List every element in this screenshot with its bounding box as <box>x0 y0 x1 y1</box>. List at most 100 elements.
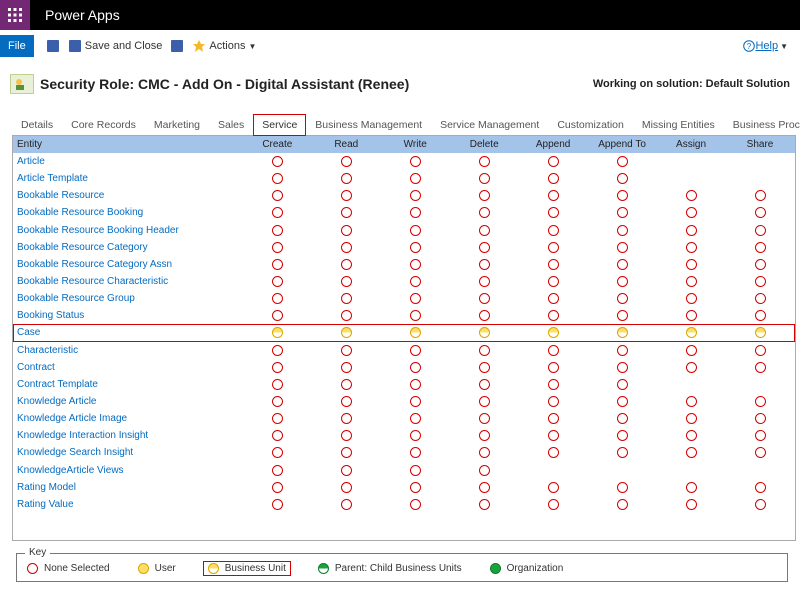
privilege-cell[interactable] <box>450 222 519 239</box>
privilege-cell[interactable] <box>519 496 588 513</box>
privilege-cell[interactable] <box>519 444 588 461</box>
privilege-cell[interactable] <box>312 204 381 221</box>
entity-name-cell[interactable]: Contract <box>13 359 243 376</box>
privilege-cell[interactable] <box>243 376 312 393</box>
privilege-cell[interactable] <box>588 359 657 376</box>
privilege-cell[interactable] <box>519 273 588 290</box>
privilege-cell[interactable] <box>657 359 726 376</box>
privilege-cell[interactable] <box>312 187 381 204</box>
privilege-cell[interactable] <box>312 324 381 341</box>
entity-name-cell[interactable]: Article <box>13 153 243 170</box>
entity-name-cell[interactable]: Contract Template <box>13 376 243 393</box>
privilege-cell[interactable] <box>519 222 588 239</box>
privilege-cell[interactable] <box>450 444 519 461</box>
privilege-cell[interactable] <box>450 410 519 427</box>
privilege-cell[interactable] <box>519 153 588 170</box>
privilege-cell[interactable] <box>381 187 450 204</box>
privilege-cell[interactable] <box>657 222 726 239</box>
privilege-cell[interactable] <box>726 410 795 427</box>
privilege-cell[interactable] <box>381 324 450 341</box>
privilege-cell[interactable] <box>312 170 381 187</box>
privilege-cell[interactable] <box>519 307 588 324</box>
entity-name-cell[interactable]: Bookable Resource Booking Header <box>13 222 243 239</box>
privilege-cell[interactable] <box>450 307 519 324</box>
privilege-cell[interactable] <box>381 393 450 410</box>
privilege-cell[interactable] <box>519 239 588 256</box>
privilege-cell[interactable] <box>588 170 657 187</box>
privilege-cell[interactable] <box>726 479 795 496</box>
privilege-cell[interactable] <box>588 393 657 410</box>
privilege-cell[interactable] <box>588 290 657 307</box>
privilege-cell[interactable] <box>588 427 657 444</box>
grid-scroll-area[interactable]: EntityCreateReadWriteDeleteAppendAppend … <box>13 136 795 540</box>
privilege-cell[interactable] <box>519 256 588 273</box>
help-button[interactable]: ? Help ▼ <box>743 40 788 52</box>
privilege-cell[interactable] <box>243 273 312 290</box>
privilege-cell[interactable] <box>312 307 381 324</box>
privilege-cell[interactable] <box>657 462 726 479</box>
privilege-cell[interactable] <box>243 444 312 461</box>
privilege-cell[interactable] <box>381 307 450 324</box>
privilege-cell[interactable] <box>657 427 726 444</box>
privilege-cell[interactable] <box>243 170 312 187</box>
privilege-cell[interactable] <box>450 170 519 187</box>
privilege-cell[interactable] <box>726 376 795 393</box>
privilege-cell[interactable] <box>450 256 519 273</box>
privilege-cell[interactable] <box>657 496 726 513</box>
entity-name-cell[interactable]: Bookable Resource <box>13 187 243 204</box>
privilege-cell[interactable] <box>657 290 726 307</box>
privilege-cell[interactable] <box>312 427 381 444</box>
tab-sales[interactable]: Sales <box>209 114 253 136</box>
privilege-cell[interactable] <box>381 376 450 393</box>
privilege-cell[interactable] <box>243 204 312 221</box>
privilege-cell[interactable] <box>381 427 450 444</box>
app-launcher-button[interactable] <box>0 0 30 30</box>
privilege-cell[interactable] <box>450 290 519 307</box>
privilege-cell[interactable] <box>312 479 381 496</box>
privilege-cell[interactable] <box>381 239 450 256</box>
privilege-cell[interactable] <box>450 342 519 359</box>
privilege-cell[interactable] <box>726 222 795 239</box>
privilege-cell[interactable] <box>450 359 519 376</box>
privilege-cell[interactable] <box>381 204 450 221</box>
privilege-cell[interactable] <box>726 496 795 513</box>
privilege-cell[interactable] <box>312 153 381 170</box>
privilege-cell[interactable] <box>450 427 519 444</box>
privilege-cell[interactable] <box>381 256 450 273</box>
privilege-cell[interactable] <box>381 444 450 461</box>
privilege-cell[interactable] <box>312 444 381 461</box>
entity-name-cell[interactable]: Bookable Resource Characteristic <box>13 273 243 290</box>
privilege-cell[interactable] <box>450 496 519 513</box>
privilege-cell[interactable] <box>312 342 381 359</box>
save-as-button[interactable] <box>169 38 185 54</box>
privilege-cell[interactable] <box>381 153 450 170</box>
privilege-cell[interactable] <box>657 376 726 393</box>
privilege-cell[interactable] <box>519 462 588 479</box>
privilege-cell[interactable] <box>588 256 657 273</box>
privilege-cell[interactable] <box>312 290 381 307</box>
entity-name-cell[interactable]: Knowledge Article <box>13 393 243 410</box>
privilege-cell[interactable] <box>657 324 726 341</box>
privilege-cell[interactable] <box>450 187 519 204</box>
privilege-cell[interactable] <box>657 273 726 290</box>
privilege-cell[interactable] <box>243 187 312 204</box>
privilege-cell[interactable] <box>312 256 381 273</box>
privilege-cell[interactable] <box>519 427 588 444</box>
privilege-cell[interactable] <box>657 187 726 204</box>
privilege-cell[interactable] <box>726 153 795 170</box>
privilege-cell[interactable] <box>450 204 519 221</box>
privilege-cell[interactable] <box>657 170 726 187</box>
privilege-cell[interactable] <box>588 273 657 290</box>
tab-marketing[interactable]: Marketing <box>145 114 209 136</box>
privilege-cell[interactable] <box>381 410 450 427</box>
privilege-cell[interactable] <box>243 393 312 410</box>
privilege-cell[interactable] <box>312 496 381 513</box>
privilege-cell[interactable] <box>243 496 312 513</box>
privilege-cell[interactable] <box>381 290 450 307</box>
privilege-cell[interactable] <box>657 256 726 273</box>
privilege-cell[interactable] <box>381 273 450 290</box>
privilege-cell[interactable] <box>726 187 795 204</box>
privilege-cell[interactable] <box>657 479 726 496</box>
tab-business-management[interactable]: Business Management <box>306 114 431 136</box>
privilege-cell[interactable] <box>450 479 519 496</box>
